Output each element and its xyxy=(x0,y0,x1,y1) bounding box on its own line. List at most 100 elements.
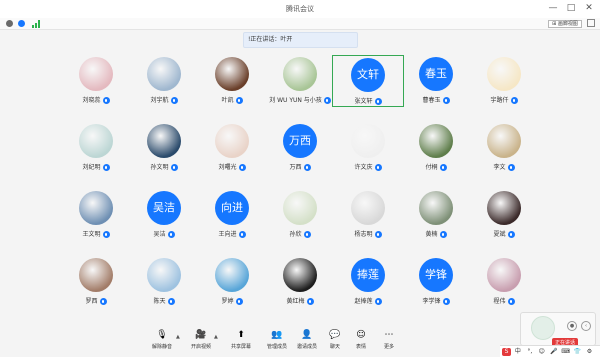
participant-name: 王文明 xyxy=(60,229,132,238)
participant-avatar xyxy=(215,258,249,292)
minimize-button[interactable]: — xyxy=(546,2,560,14)
participant-tile[interactable]: 杨志明 xyxy=(332,189,404,241)
participant-name: 王向进 xyxy=(196,229,268,238)
shield-icon[interactable] xyxy=(18,20,25,27)
signal-icon[interactable] xyxy=(32,20,40,28)
participant-name: 许文庆 xyxy=(332,162,404,171)
participant-tile[interactable]: 刘 WU YUN 与小孩 xyxy=(264,55,336,107)
participant-tile[interactable]: 李文 xyxy=(468,122,540,174)
participant-avatar xyxy=(487,124,521,158)
participant-mic-icon xyxy=(306,298,314,305)
participant-mic-icon xyxy=(102,97,110,104)
participant-mic-icon xyxy=(99,298,107,305)
ime-keyboard-icon[interactable]: ⌨ xyxy=(561,346,571,357)
participant-mic-icon xyxy=(303,164,311,171)
info-icon[interactable] xyxy=(6,20,13,27)
participant-tile[interactable]: 许文庆 xyxy=(332,122,404,174)
chevron-up-icon[interactable]: ▲ xyxy=(176,334,180,340)
participant-tile[interactable]: 学锋 李学锋 xyxy=(400,256,472,308)
participant-avatar xyxy=(79,191,113,225)
participant-name: 罗婷 xyxy=(196,296,268,305)
participant-name: 孙文明 xyxy=(128,162,200,171)
self-avatar xyxy=(531,316,555,340)
participant-tile[interactable]: 吴洁 吴洁 xyxy=(128,189,200,241)
participant-mic-icon xyxy=(238,231,246,238)
close-button[interactable]: ✕ xyxy=(582,2,596,14)
mic-toggle-icon[interactable]: ● xyxy=(567,321,577,331)
participant-name: 黄楠 xyxy=(400,229,472,238)
participant-tile[interactable]: 罗西 xyxy=(60,256,132,308)
participant-tile[interactable]: 宇路仟 xyxy=(468,55,540,107)
participant-name: 万西 xyxy=(264,162,336,171)
ime-settings-icon[interactable]: ⚙ xyxy=(584,346,594,357)
chevron-up-icon[interactable]: ▲ xyxy=(214,334,218,340)
participant-mic-icon xyxy=(442,298,450,305)
participant-tile[interactable]: 万西 万西 xyxy=(264,122,336,174)
toolbar-button-label: 解除静音 xyxy=(151,344,172,350)
participant-tile[interactable]: 刘宇航 xyxy=(128,55,200,107)
ime-chinese-toggle[interactable]: 中 xyxy=(513,346,523,357)
participant-tile[interactable]: 孙欣 xyxy=(264,189,336,241)
participant-avatar: 向进 xyxy=(215,191,249,225)
toolbar-button-label: 开启视频 xyxy=(190,344,211,350)
ime-emoji-icon[interactable]: 😊 xyxy=(537,346,547,357)
participant-mic-icon xyxy=(102,164,110,171)
ime-skin-icon[interactable]: 👕 xyxy=(573,346,583,357)
participant-avatar xyxy=(419,191,453,225)
participant-avatar xyxy=(419,124,453,158)
emoji-icon: ☺ xyxy=(356,330,366,340)
participant-tile[interactable]: 刘曙光 xyxy=(196,122,268,174)
camera-icon: 🎥 xyxy=(195,330,207,340)
participant-tile[interactable]: 文轩 张文轩 xyxy=(332,55,404,107)
fullscreen-icon[interactable] xyxy=(587,19,595,27)
participant-avatar xyxy=(351,124,385,158)
participant-tile[interactable]: 夏斌 xyxy=(468,189,540,241)
invite-icon: 👤 xyxy=(301,330,313,340)
sogou-logo-icon[interactable]: S xyxy=(502,348,511,356)
participant-mic-icon xyxy=(170,164,178,171)
collapse-icon[interactable]: ‹ xyxy=(581,321,591,331)
participant-tile[interactable]: 春玉 曹春玉 xyxy=(400,55,472,107)
participant-name: 杨志明 xyxy=(332,229,404,238)
participant-name: 叶凯 xyxy=(196,95,268,104)
participant-mic-icon xyxy=(439,164,447,171)
toolbar-button-3[interactable]: ⬆ 共享屏幕 xyxy=(223,330,259,356)
participant-name: 刘晓蕊 xyxy=(60,95,132,104)
participant-mic-icon xyxy=(102,231,110,238)
participant-avatar xyxy=(283,258,317,292)
participant-avatar xyxy=(79,258,113,292)
participant-name: 李学锋 xyxy=(400,296,472,305)
participant-mic-icon xyxy=(510,97,518,104)
participant-tile[interactable]: 叶凯 xyxy=(196,55,268,107)
participant-avatar: 春玉 xyxy=(419,57,453,91)
participant-tile[interactable]: 刘纪明 xyxy=(60,122,132,174)
participant-tile[interactable]: 黄楠 xyxy=(400,189,472,241)
participant-avatar xyxy=(283,57,317,91)
toolbar-button-label: 共享屏幕 xyxy=(230,344,251,350)
participant-mic-icon xyxy=(323,97,331,104)
participant-tile[interactable]: 黄红梅 xyxy=(264,256,336,308)
participant-mic-icon xyxy=(235,298,243,305)
participant-tile[interactable]: 陈天 xyxy=(128,256,200,308)
maximize-button[interactable]: □ xyxy=(564,2,578,14)
participant-name: 刘 WU YUN 与小孩 xyxy=(264,95,336,104)
participant-tile[interactable]: 向进 王向进 xyxy=(196,189,268,241)
participant-tile[interactable]: 付桐 xyxy=(400,122,472,174)
gallery-view-button[interactable]: ⊞ 画廊视图 xyxy=(548,20,582,28)
participant-tile[interactable]: 刘晓蕊 xyxy=(60,55,132,107)
participant-mic-icon xyxy=(235,97,243,104)
participant-name: 宇路仟 xyxy=(468,95,540,104)
participant-tile[interactable]: 罗婷 xyxy=(196,256,268,308)
participant-tile[interactable]: 捧莲 赵捧莲 xyxy=(332,256,404,308)
toolbar-button-8[interactable]: ⋯ 更多 xyxy=(371,330,407,356)
participant-avatar: 吴洁 xyxy=(147,191,181,225)
participant-tile[interactable]: 王文明 xyxy=(60,189,132,241)
participant-tile[interactable]: 孙文明 xyxy=(128,122,200,174)
participant-avatar xyxy=(283,191,317,225)
ime-voice-icon[interactable]: 🎤 xyxy=(549,346,559,357)
toolbar-button-1[interactable]: 🎙 解除静音 xyxy=(144,330,180,356)
participant-name: 刘曙光 xyxy=(196,162,268,171)
ime-punctuation-toggle[interactable]: °, xyxy=(525,346,535,357)
participant-tile[interactable]: 程伟 xyxy=(468,256,540,308)
participant-avatar xyxy=(79,57,113,91)
